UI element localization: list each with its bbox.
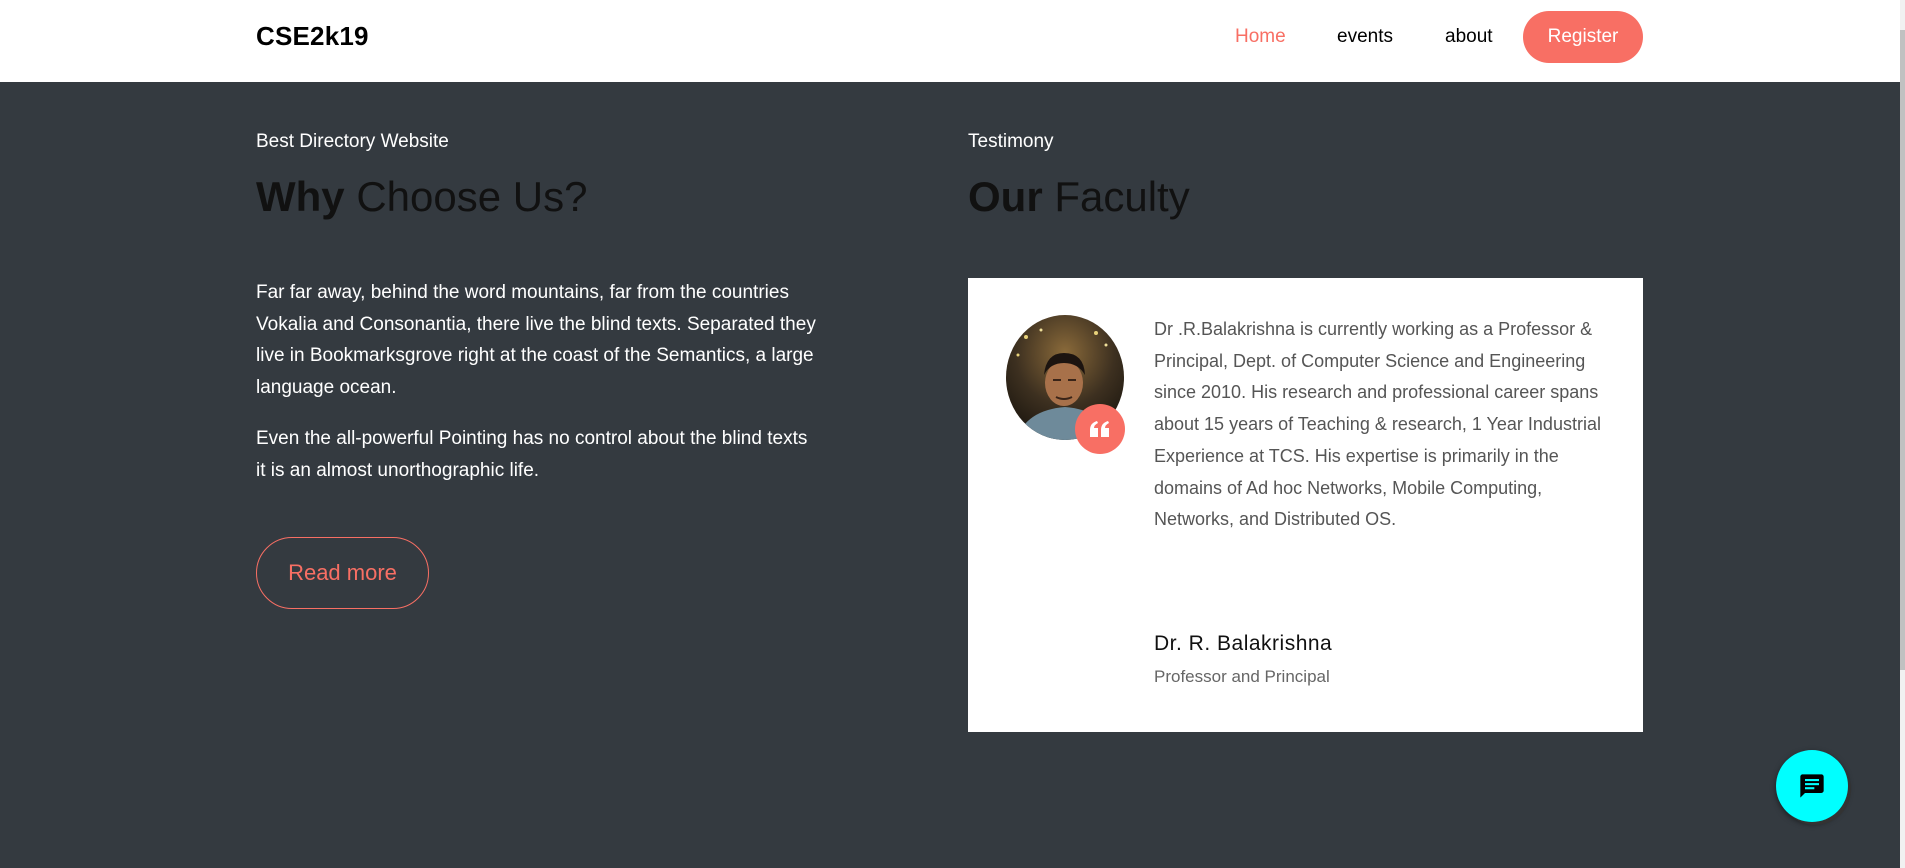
faculty-heading-rest: Faculty (1042, 173, 1190, 220)
why-heading-bold: Why (256, 173, 345, 220)
faculty-heading: Our Faculty (968, 173, 1190, 221)
why-heading: Why Choose Us? (256, 173, 587, 221)
page-scrollbar[interactable] (1900, 0, 1905, 868)
register-button[interactable]: Register (1523, 11, 1643, 63)
testimony-card: Dr .R.Balakrishna is currently working a… (968, 278, 1643, 732)
quote-left-icon (1075, 404, 1125, 454)
why-subheading: Best Directory Website (256, 131, 449, 152)
testimony-subheading: Testimony (968, 131, 1054, 152)
why-paragraph-1: Far far away, behind the word mountains,… (256, 282, 816, 398)
nav-events[interactable]: events (1337, 26, 1393, 48)
testimony-quote: Dr .R.Balakrishna is currently working a… (1154, 319, 1601, 530)
scrollbar-thumb[interactable] (1900, 30, 1905, 670)
faculty-role: Professor and Principal (1154, 667, 1330, 686)
chat-icon (1800, 774, 1824, 798)
why-heading-rest: Choose Us? (344, 173, 588, 220)
navbar: CSE2k19 Home events about Register (0, 0, 1900, 82)
why-paragraph-2: Even the all-powerful Pointing has no co… (256, 428, 808, 481)
faculty-heading-bold: Our (968, 173, 1043, 220)
faculty-name: Dr. R. Balakrishna (1154, 632, 1333, 655)
chat-button[interactable] (1776, 750, 1848, 822)
read-more-button[interactable]: Read more (256, 537, 429, 609)
brand-logo[interactable]: CSE2k19 (256, 21, 369, 52)
nav-home[interactable]: Home (1235, 26, 1286, 48)
nav-about[interactable]: about (1445, 26, 1493, 48)
